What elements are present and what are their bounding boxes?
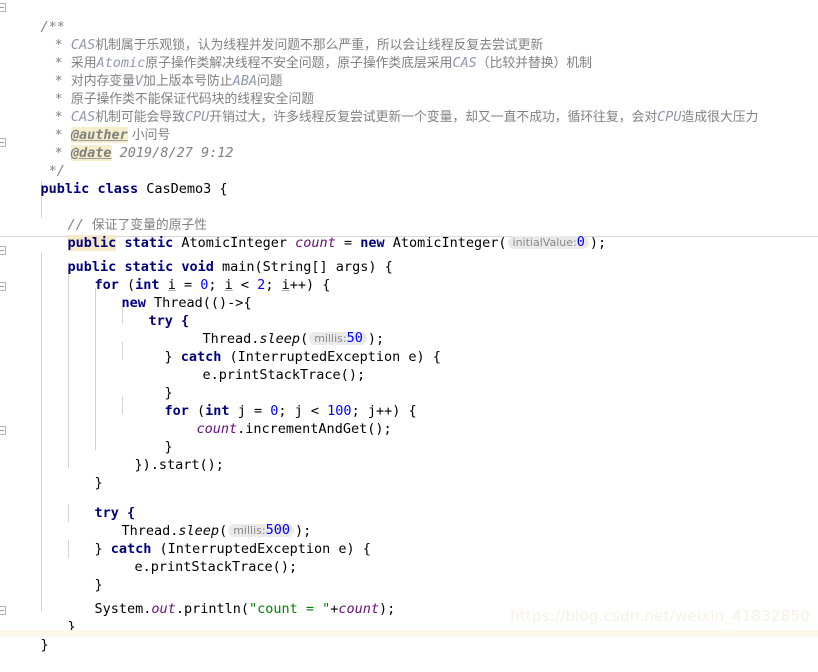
code-line-outer-for: for (int i = 0; i < 2; i++) {	[94, 277, 331, 293]
code-line-new-thread: new Thread(()->{	[89, 276, 252, 311]
csdn-watermark: https://blog.csdn.net/weixin_41832850	[510, 607, 810, 625]
code-line-javadoc-tag-date: * @date 2019/8/27 9:12	[14, 126, 233, 161]
bottom-band	[0, 630, 818, 637]
keyword-class: class	[97, 181, 139, 197]
indent-guide	[41, 486, 42, 612]
code-line-javadoc-close: */	[8, 144, 65, 179]
fold-marker-main-method[interactable]	[0, 246, 6, 255]
code-line-sleep-500: Thread.sleep(millis:500);	[121, 522, 312, 539]
code-line-close-brace-a: }	[132, 366, 173, 401]
code-line-try-2: try {	[62, 486, 136, 521]
fold-marker-javadoc-close[interactable]	[0, 138, 6, 147]
code-line-println: System.out.println("count = "+count);	[62, 582, 396, 617]
thread-start-call: }).start();	[134, 457, 224, 473]
code-line-try-1: try {	[116, 294, 190, 329]
javadoc-text-2: （比较并替换）机制	[476, 56, 592, 71]
print-stack-trace-call: e.printStackTrace();	[134, 559, 298, 575]
fold-marker-main-close[interactable]	[0, 606, 6, 615]
keyword-public: public	[40, 181, 90, 197]
indent-guide	[122, 396, 123, 414]
code-line-inner-for: for (int j = 0; j < 100; j++) {	[164, 403, 417, 419]
fold-marker-lambda[interactable]	[0, 282, 6, 291]
code-line-print-stack-1: e.printStackTrace();	[170, 348, 366, 383]
javadoc-text-3: 造成很大压力	[681, 110, 759, 125]
javadoc-mono-term-2: CPU	[184, 109, 210, 125]
field-name-count: count	[196, 421, 238, 437]
code-line-close-brace-c: }	[62, 456, 103, 491]
param-hint-label: initialValue:	[512, 236, 577, 249]
javadoc-text-2: 开销过大，许多线程反复尝试更新一个变量，却又一直不成功，循环往复，会对	[209, 110, 658, 125]
code-line-javadoc-open: /**	[8, 0, 65, 35]
constructor-call: AtomicInteger(	[392, 235, 507, 251]
code-line-javadoc-2: * 采用Atomic原子操作类解决线程不安全问题，原子操作类底层采用CAS（比较…	[14, 36, 592, 71]
code-line-close-brace-b: }	[132, 420, 173, 455]
code-line-catch-1: } catch (InterruptedException e) {	[164, 349, 441, 365]
field-name-count: count	[338, 601, 380, 617]
close-brace: }	[40, 637, 49, 653]
fold-marker-lambda-close[interactable]	[0, 426, 6, 435]
class-system: System.	[94, 601, 152, 617]
fold-marker-javadoc-open[interactable]	[0, 3, 6, 12]
code-line-class-declaration: public class CasDemo3 {	[8, 162, 228, 197]
print-stack-trace-call: e.printStackTrace();	[202, 367, 366, 383]
code-line-javadoc-5: * CAS机制可能会导致CPU开销过大，许多线程反复尝试更新一个变量，却又一直不…	[14, 90, 759, 125]
code-line-javadoc-4: * 原子操作类不能保证代码块的线程安全问题	[14, 72, 314, 107]
code-line-sleep-50: Thread.sleep(millis:50);	[202, 330, 385, 347]
statement-tail: );	[589, 235, 607, 251]
class-open-brace: {	[211, 181, 228, 197]
statement-tail: );	[379, 601, 396, 617]
code-line-field-comment: // 保证了变量的原子性	[35, 198, 208, 233]
javadoc-tag-value: 2019/8/27 9:12	[111, 145, 234, 161]
code-line-javadoc-1: * CAS机制属于乐观锁，认为线程并发问题不那么严重，所以会让线程反复去尝试更新	[14, 18, 544, 53]
code-line-field-declaration: public static AtomicInteger count = new …	[35, 216, 606, 251]
param-hint-initialvalue: initialValue:0	[507, 234, 589, 250]
code-line-javadoc-tag-auther: * @auther 小问号	[14, 108, 170, 143]
javadoc-tag-date: @date	[70, 145, 112, 161]
increment-and-get-call: .incrementAndGet();	[237, 421, 392, 437]
code-line-print-stack-2: e.printStackTrace();	[102, 540, 298, 575]
code-line-main-declaration: public static void main(String[] args) {	[35, 240, 393, 275]
string-literal: "count = "	[248, 601, 331, 617]
class-name: CasDemo3	[146, 181, 212, 197]
local-var-i: i	[281, 277, 290, 293]
code-line-catch-2: } catch (InterruptedException e) {	[94, 541, 371, 557]
code-line-javadoc-3: * 对内存变量V加上版本号防止ABA问题	[14, 54, 283, 89]
field-out: out	[151, 601, 176, 617]
code-line-thread-start: }).start();	[102, 438, 224, 473]
param-hint-value: 0	[576, 234, 585, 250]
javadoc-mono-term-3: CPU	[657, 109, 682, 125]
javadoc-mono-term-2: CAS	[452, 55, 477, 71]
code-editor[interactable]: /** * CAS机制属于乐观锁，认为线程并发问题不那么严重，所以会让线程反复去…	[0, 0, 818, 653]
code-line-increment-and-get: count.incrementAndGet();	[164, 402, 392, 437]
println-call: .println(	[175, 601, 249, 617]
code-line-close-main: }	[35, 600, 76, 635]
code-line-close-brace-d: }	[62, 558, 103, 593]
